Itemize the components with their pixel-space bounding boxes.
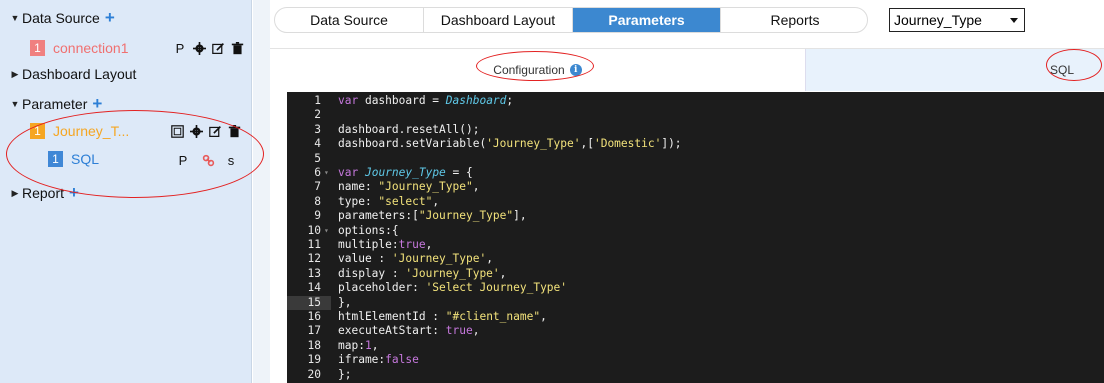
line-number: 7: [314, 180, 321, 194]
line-number: 15: [287, 295, 331, 310]
line-number: 6: [314, 166, 321, 179]
code-line: placeholder: 'Select Journey_Type': [338, 281, 568, 295]
code-line: dashboard.resetAll();: [338, 122, 480, 136]
link-icon[interactable]: [200, 152, 216, 168]
caret-right-icon[interactable]: ▶: [8, 188, 22, 199]
select-value: Journey_Type: [894, 12, 982, 28]
line-number: 3: [314, 122, 321, 136]
caret-right-icon[interactable]: ▶: [8, 69, 22, 80]
line-number: 5: [314, 151, 321, 165]
tree-label: Data Source: [22, 10, 100, 26]
parameter-select[interactable]: Journey_Type: [889, 8, 1025, 32]
code-line: value : 'Journey_Type',: [338, 252, 493, 266]
tab-parameters[interactable]: Parameters: [573, 8, 721, 32]
tab-data-source[interactable]: Data Source: [275, 8, 424, 32]
edit-icon[interactable]: [210, 40, 226, 56]
add-report-icon[interactable]: +: [69, 184, 79, 201]
s-button[interactable]: s: [223, 152, 239, 168]
code-line: var Journey_Type = {: [338, 166, 473, 179]
badge: 1: [30, 40, 45, 56]
parameter-tools: [169, 123, 245, 139]
sql-tools: P s: [175, 152, 242, 168]
add-data-source-icon[interactable]: +: [105, 9, 115, 26]
code-line: executeAtStart: true,: [338, 324, 480, 338]
sql-label: SQL: [71, 151, 100, 167]
code-line: display : 'Journey_Type',: [338, 266, 507, 280]
resize-icon[interactable]: [169, 123, 185, 139]
badge: 1: [48, 151, 63, 167]
tree-label: Dashboard Layout: [22, 66, 137, 82]
fold-icon[interactable]: ▾: [324, 166, 329, 180]
line-number: 9: [314, 209, 321, 223]
tab-configuration[interactable]: Configuration i: [270, 49, 805, 91]
line-number: 13: [307, 266, 321, 280]
line-number: 16: [307, 310, 321, 323]
sidebar: ▼ Data Source + 1 connection1 P ▶ Dashbo…: [0, 0, 252, 383]
tree-label: Parameter: [22, 96, 88, 112]
code-line: parameters:["Journey_Type"],: [338, 209, 527, 223]
line-number: 10: [307, 223, 321, 237]
caret-down-icon[interactable]: ▼: [8, 99, 22, 109]
code-line: htmlElementId : "#client_name",: [338, 310, 547, 323]
gear-icon[interactable]: [188, 123, 204, 139]
code-line: },: [338, 295, 352, 309]
line-number: 11: [307, 238, 321, 251]
line-number: 2: [314, 108, 321, 122]
tab-label: SQL: [1049, 63, 1074, 77]
connection-tools: P: [172, 40, 248, 56]
code-line: type: "select",: [338, 194, 440, 208]
line-number: 20: [307, 367, 321, 381]
trash-icon[interactable]: [229, 40, 245, 56]
badge: 1: [30, 123, 45, 139]
tab-sql[interactable]: SQL: [805, 49, 1104, 91]
tree-label: Report: [22, 185, 65, 201]
tree-item-dashboard-layout[interactable]: ▶ Dashboard Layout: [8, 66, 137, 82]
parameter-label: Journey_T...: [53, 123, 130, 139]
tree-item-journey-type[interactable]: 1 Journey_T...: [30, 123, 129, 139]
code-line: name: "Journey_Type",: [338, 180, 480, 194]
code-line: options:{: [338, 223, 399, 237]
tree-item-connection[interactable]: 1 connection1: [30, 40, 129, 56]
tree-item-sql[interactable]: 1 SQL: [48, 151, 99, 167]
tab-label: Configuration: [493, 63, 565, 77]
tree-item-data-source[interactable]: ▼ Data Source +: [8, 9, 115, 26]
line-number: 18: [307, 338, 321, 352]
code-line: };: [338, 367, 352, 381]
line-number: 8: [314, 194, 321, 208]
connection-label: connection1: [53, 40, 129, 56]
line-number: 19: [307, 353, 321, 367]
info-icon[interactable]: i: [569, 64, 582, 76]
fold-icon[interactable]: ▾: [324, 224, 329, 238]
add-parameter-icon[interactable]: +: [92, 95, 102, 112]
main-tabs: Data Source Dashboard Layout Parameters …: [274, 7, 868, 33]
panel-gutter: [253, 0, 270, 383]
tab-reports[interactable]: Reports: [721, 8, 867, 32]
code-editor[interactable]: 1 var dashboard = Dashboard; 2 3 dashboard.r…: [287, 92, 1104, 383]
line-number: 17: [307, 324, 321, 338]
tab-dashboard-layout[interactable]: Dashboard Layout: [424, 8, 573, 32]
edit-icon[interactable]: [207, 123, 223, 139]
tree-item-parameter[interactable]: ▼ Parameter +: [8, 95, 103, 112]
tree-item-report[interactable]: ▶ Report +: [8, 184, 79, 201]
caret-down-icon[interactable]: ▼: [8, 13, 22, 23]
sub-tabs: Configuration i SQL: [270, 48, 1104, 91]
line-number: 12: [307, 252, 321, 266]
dropdown-arrow-icon[interactable]: [1010, 18, 1018, 23]
code-line: iframe:false: [338, 353, 419, 367]
code-line: var dashboard = Dashboard;: [338, 94, 514, 107]
line-number: 14: [307, 281, 321, 295]
preview-button[interactable]: P: [172, 40, 188, 56]
line-number: 4: [314, 137, 321, 151]
code-line: map:1,: [338, 338, 379, 352]
trash-icon[interactable]: [226, 123, 242, 139]
code-line: dashboard.setVariable('Journey_Type',['D…: [338, 137, 682, 151]
preview-button[interactable]: P: [175, 152, 191, 168]
gear-icon[interactable]: [191, 40, 207, 56]
code-line: multiple:true,: [338, 238, 433, 251]
line-number: 1: [314, 94, 321, 107]
